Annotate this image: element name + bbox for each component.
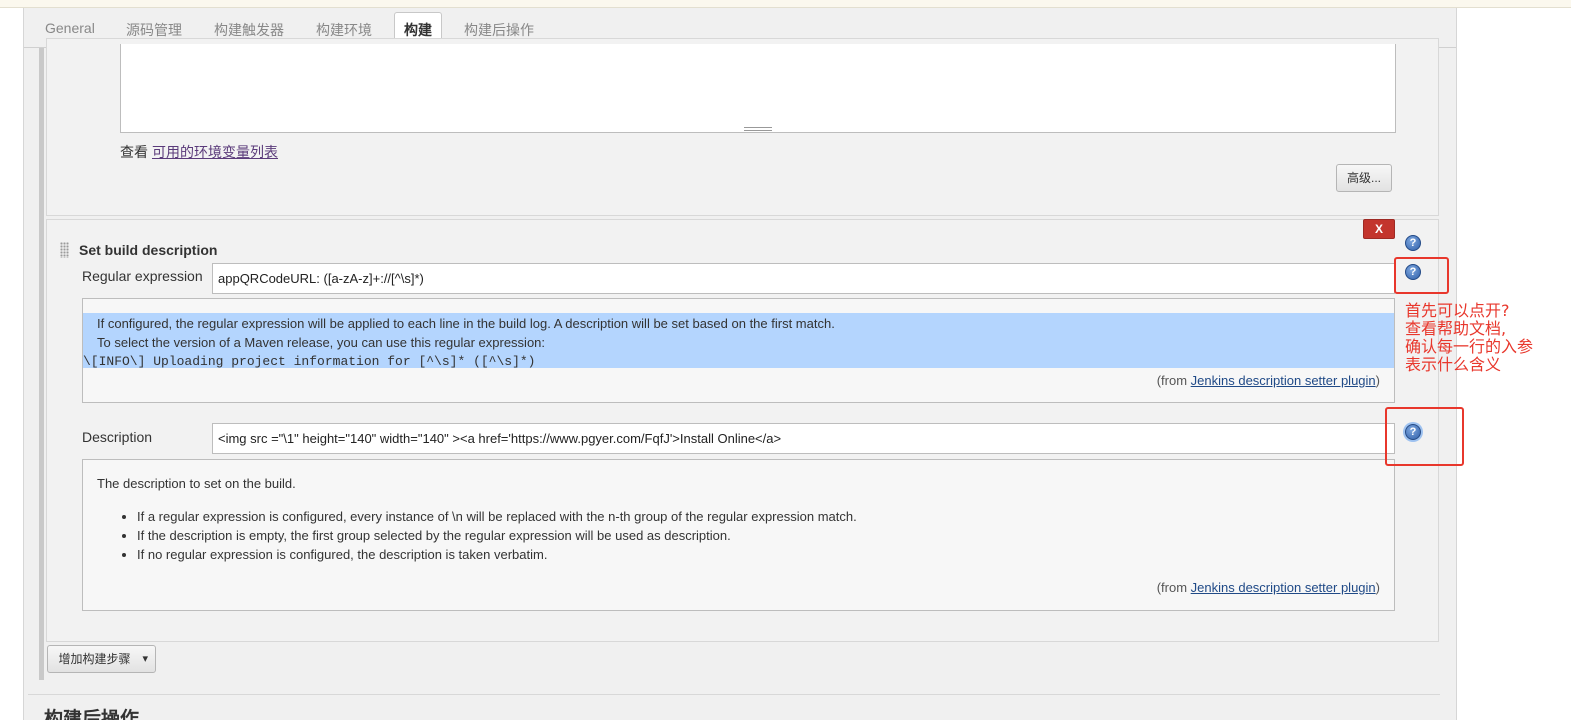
env-vars-line: 查看 可用的环境变量列表 bbox=[120, 142, 278, 162]
source-prefix: (from bbox=[1156, 373, 1191, 388]
tab-build-triggers[interactable]: 构建触发器 bbox=[214, 20, 284, 40]
regex-input[interactable]: appQRCodeURL: ([a-zA-z]+://[^\s]*) bbox=[212, 263, 1395, 294]
source-suffix: ) bbox=[1375, 580, 1380, 595]
list-item: If no regular expression is configured, … bbox=[137, 547, 857, 566]
plugin-link[interactable]: Jenkins description setter plugin bbox=[1191, 580, 1376, 595]
top-strip bbox=[0, 0, 1571, 8]
annotation-line: 查看帮助文档, bbox=[1405, 319, 1507, 338]
tab-build-environment[interactable]: 构建环境 bbox=[316, 20, 372, 40]
list-item: If a regular expression is configured, e… bbox=[137, 509, 857, 528]
regex-help-code: \[INFO\] Uploading project information f… bbox=[83, 354, 536, 369]
plugin-link[interactable]: Jenkins description setter plugin bbox=[1191, 373, 1376, 388]
chevron-down-icon: ▾ bbox=[142, 653, 148, 665]
tab-general[interactable]: General bbox=[45, 20, 95, 36]
annotation-box-description-help bbox=[1385, 407, 1464, 466]
textarea-resize-handle[interactable] bbox=[744, 127, 772, 131]
section-indent-bar bbox=[39, 48, 44, 680]
command-textarea[interactable] bbox=[120, 44, 1396, 133]
annotation-line: 表示什么含义 bbox=[1405, 355, 1502, 374]
section-divider bbox=[28, 694, 1440, 695]
annotation-box-regex-help bbox=[1394, 257, 1449, 294]
drag-handle-icon[interactable] bbox=[60, 242, 69, 258]
source-prefix: (from bbox=[1156, 580, 1191, 595]
regex-help-source: (from Jenkins description setter plugin) bbox=[1157, 373, 1380, 388]
regex-help-line-2: To select the version of a Maven release… bbox=[97, 335, 546, 350]
description-input[interactable]: <img src ="\1" height="140" width="140" … bbox=[212, 423, 1395, 454]
regex-label: Regular expression bbox=[82, 268, 203, 284]
delete-step-button[interactable]: X bbox=[1363, 219, 1395, 239]
regex-help-line-1: If configured, the regular expression wi… bbox=[97, 316, 835, 331]
source-suffix: ) bbox=[1375, 373, 1380, 388]
description-help-intro: The description to set on the build. bbox=[97, 476, 296, 491]
add-build-step-button[interactable]: 增加构建步骤 ▾ bbox=[47, 645, 156, 673]
env-vars-prefix: 查看 bbox=[120, 144, 148, 160]
description-help-source: (from Jenkins description setter plugin) bbox=[1157, 580, 1380, 595]
env-vars-link[interactable]: 可用的环境变量列表 bbox=[152, 144, 278, 160]
list-item: If the description is empty, the first g… bbox=[137, 528, 857, 547]
config-panel: General 源码管理 构建触发器 构建环境 构建 构建后操作 查看 可用的环境… bbox=[24, 8, 1456, 720]
annotation-note: 首先可以点开? 查看帮助文档, 确认每一行的入参 表示什么含义 bbox=[1405, 302, 1533, 374]
regex-help-box: If configured, the regular expression wi… bbox=[82, 298, 1395, 403]
add-build-step-label: 增加构建步骤 bbox=[58, 652, 131, 666]
advanced-button[interactable]: 高级... bbox=[1336, 164, 1392, 192]
description-help-box: The description to set on the build. If … bbox=[82, 459, 1395, 611]
tab-post-build[interactable]: 构建后操作 bbox=[464, 20, 534, 40]
description-label: Description bbox=[82, 429, 153, 445]
step-help-icon[interactable]: ? bbox=[1405, 235, 1421, 251]
annotation-line: 首先可以点开? bbox=[1405, 301, 1510, 320]
description-help-list: If a regular expression is configured, e… bbox=[137, 509, 857, 566]
tab-scm[interactable]: 源码管理 bbox=[126, 20, 182, 40]
step-title: Set build description bbox=[79, 242, 218, 258]
left-gutter bbox=[0, 8, 24, 720]
annotation-line: 确认每一行的入参 bbox=[1405, 337, 1534, 356]
post-build-heading: 构建后操作 bbox=[44, 709, 140, 720]
